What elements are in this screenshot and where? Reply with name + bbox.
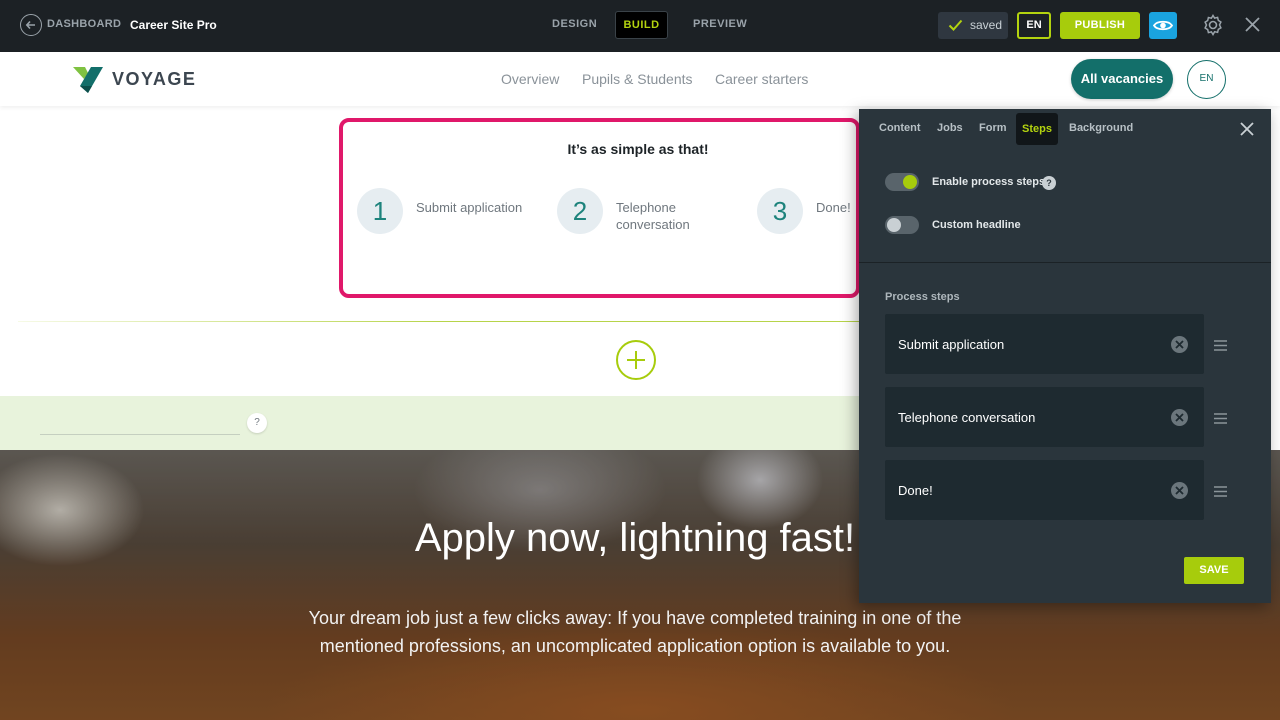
eye-icon [1153,20,1173,31]
process-steps-heading: Process steps [885,291,960,303]
nav-overview[interactable]: Overview [501,71,559,87]
step-field-2[interactable]: Telephone conversation [885,387,1204,447]
steps-editor-panel: Content Jobs Form Steps Background Enabl… [859,109,1271,603]
green-band-section: ? [0,396,860,450]
language-button[interactable]: EN [1017,12,1051,39]
close-editor-icon[interactable] [1244,16,1261,38]
clear-step-icon[interactable] [1171,336,1188,353]
drag-handle-icon[interactable] [1214,338,1227,356]
enable-process-steps-toggle[interactable] [885,173,919,191]
custom-headline-toggle[interactable] [885,216,919,234]
saved-status: saved [938,12,1008,39]
custom-headline-label: Custom headline [932,219,1021,231]
nav-career-starters[interactable]: Career starters [715,71,808,87]
drag-handle-icon[interactable] [1214,411,1227,429]
voyage-logo-icon [72,64,104,99]
step-field-text: Done! [898,483,933,498]
step-field-3[interactable]: Done! [885,460,1204,520]
builder-topbar: DASHBOARD Career Site Pro DESIGN BUILD P… [0,0,1280,52]
saved-label: saved [970,18,1003,32]
step-field-text: Submit application [898,337,1005,352]
tab-background[interactable]: Background [1069,122,1133,134]
tab-jobs[interactable]: Jobs [937,122,963,134]
toggle-knob [903,175,917,189]
step-label-2: Telephone conversation [616,200,690,232]
band-input-line[interactable] [40,434,240,435]
section-divider [18,321,860,322]
add-section-plus-icon[interactable] [616,340,656,380]
preview-eye-button[interactable] [1149,12,1177,39]
toggle-knob [887,218,901,232]
mode-design-tab[interactable]: DESIGN [552,18,597,30]
all-vacancies-button[interactable]: All vacancies [1071,59,1173,99]
mode-build-tab[interactable]: BUILD [615,11,668,39]
clear-step-icon[interactable] [1171,409,1188,426]
close-panel-icon[interactable] [1239,121,1255,142]
steps-title: It’s as simple as that! [567,141,709,157]
mode-preview-tab[interactable]: PREVIEW [693,18,747,30]
check-icon [948,19,963,31]
brand-name: VOYAGE [112,69,197,89]
publish-button[interactable]: PUBLISH [1060,12,1140,39]
help-question-icon[interactable]: ? [1042,176,1056,190]
hero-text: Your dream job just a few clicks away: I… [308,608,962,656]
tab-content[interactable]: Content [879,122,921,134]
drag-handle-icon[interactable] [1214,484,1227,502]
dashboard-link[interactable]: DASHBOARD [47,18,121,30]
step-number-1: 1 [357,188,403,234]
step-number-3: 3 [757,188,803,234]
step-field-1[interactable]: Submit application [885,314,1204,374]
tab-steps[interactable]: Steps [1016,113,1058,145]
settings-gear-icon[interactable] [1201,13,1225,42]
save-button[interactable]: SAVE [1184,557,1244,584]
site-language-button[interactable]: EN [1187,60,1226,99]
help-question-icon[interactable]: ? [247,413,267,433]
step-number-2: 2 [557,188,603,234]
process-steps-section[interactable]: It’s as simple as that! 1 Submit applica… [339,118,860,298]
panel-divider [859,262,1271,263]
nav-pupils-students[interactable]: Pupils & Students [582,71,693,87]
site-header: VOYAGE Overview Pupils & Students Career… [0,52,1280,106]
enable-process-steps-label: Enable process steps [932,176,1046,188]
step-field-text: Telephone conversation [898,410,1036,425]
step-label-1: Submit application [416,200,523,215]
back-arrow-icon[interactable] [20,14,42,36]
tab-form[interactable]: Form [979,122,1007,134]
clear-step-icon[interactable] [1171,482,1188,499]
site-name: Career Site Pro [130,18,217,32]
